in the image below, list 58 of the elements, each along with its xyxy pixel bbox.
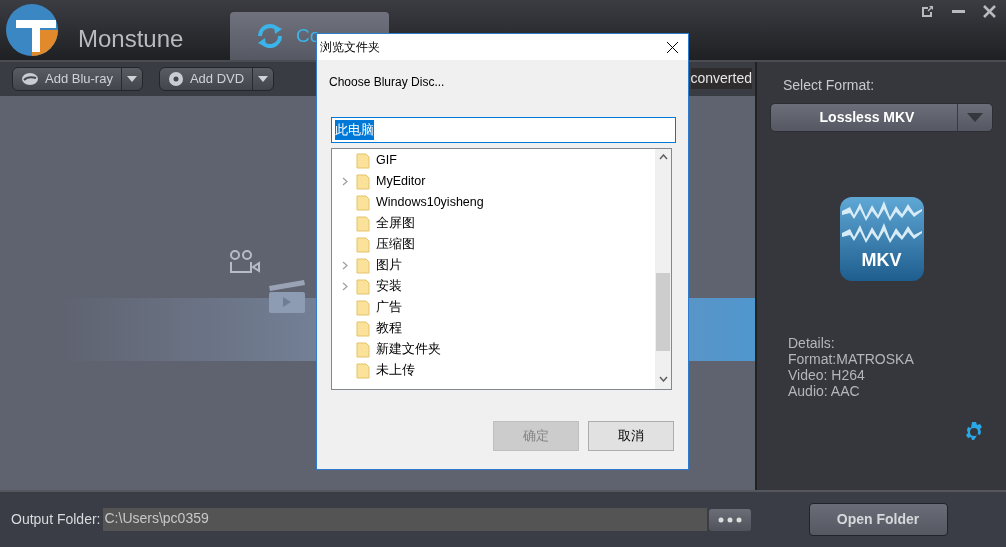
popout-icon[interactable] xyxy=(921,5,934,18)
disc-icon xyxy=(21,72,39,86)
status-text: converted xyxy=(690,68,752,89)
folder-icon xyxy=(356,173,370,190)
browse-button[interactable] xyxy=(708,508,751,531)
dialog-prompt: Choose Bluray Disc... xyxy=(329,74,446,91)
folder-icon xyxy=(356,257,370,274)
format-badge: MKV xyxy=(839,197,924,281)
caret-icon xyxy=(126,76,137,82)
open-folder-button[interactable]: Open Folder xyxy=(808,503,948,536)
dialog-button[interactable]: 取消 xyxy=(588,421,674,451)
folder-item[interactable]: MyEditor xyxy=(332,171,655,192)
detail-line: Format:MATROSKA xyxy=(788,351,915,367)
close-icon[interactable] xyxy=(667,41,678,53)
scroll-up-icon[interactable] xyxy=(658,154,668,160)
format-label: Select Format: xyxy=(783,76,876,95)
folder-item[interactable]: 新建文件夹 xyxy=(332,339,655,360)
folder-item[interactable]: 压缩图 xyxy=(332,234,655,255)
settings-icon[interactable] xyxy=(963,421,985,443)
app-name: Monstune xyxy=(78,24,184,54)
expand-chevron-icon[interactable] xyxy=(342,282,348,291)
folder-item[interactable]: 图片 xyxy=(332,255,655,276)
ellipsis-icon xyxy=(717,516,742,523)
folder-icon xyxy=(356,236,370,253)
expand-chevron-icon[interactable] xyxy=(342,177,348,186)
scrollbar[interactable] xyxy=(655,149,671,389)
output-path-field[interactable]: C:\Users\pc0359 xyxy=(102,508,707,531)
folder-icon xyxy=(356,341,370,358)
folder-icon xyxy=(356,152,370,169)
folder-icon xyxy=(356,278,370,295)
caret-icon xyxy=(967,113,983,122)
folder-icon xyxy=(356,362,370,379)
folder-icon xyxy=(356,194,370,211)
folder-item[interactable]: 全屏图 xyxy=(332,213,655,234)
close-icon[interactable] xyxy=(983,5,996,18)
scroll-thumb[interactable] xyxy=(656,273,670,351)
scroll-down-icon[interactable] xyxy=(658,376,668,382)
folder-item[interactable]: 未上传 xyxy=(332,360,655,381)
folder-item[interactable]: Windows10yisheng xyxy=(332,192,655,213)
dialog-title: 浏览文件夹 xyxy=(320,39,380,56)
folder-item[interactable]: 教程 xyxy=(332,318,655,339)
minimize-icon[interactable] xyxy=(952,9,965,14)
detail-line: Details: xyxy=(788,335,836,351)
folder-item[interactable]: 广告 xyxy=(332,297,655,318)
disc-icon xyxy=(167,71,184,87)
video-camera-icon xyxy=(229,250,261,274)
expand-chevron-icon[interactable] xyxy=(342,261,348,270)
folder-item[interactable]: GIF xyxy=(332,150,655,171)
folder-path-field[interactable]: 此电脑 xyxy=(331,117,676,143)
folder-icon xyxy=(356,299,370,316)
clapperboard-icon xyxy=(268,278,306,314)
caret-icon xyxy=(258,76,269,82)
detail-line: Audio: AAC xyxy=(788,383,861,399)
detail-line: Video: H264 xyxy=(788,367,866,383)
folder-icon xyxy=(356,320,370,337)
folder-item[interactable]: 安装 xyxy=(332,276,655,297)
output-label: Output Folder: xyxy=(11,510,101,529)
folder-icon xyxy=(356,215,370,232)
